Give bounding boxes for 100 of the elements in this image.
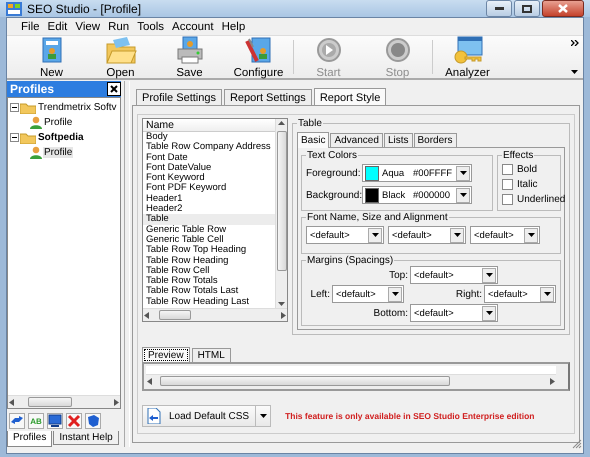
list-item[interactable]: Table Row Heading <box>143 256 275 266</box>
menu-item[interactable]: Tools <box>133 20 168 32</box>
tool-button[interactable] <box>66 413 82 429</box>
list-item[interactable]: Font DateValue <box>143 162 275 174</box>
color-name: Aqua <box>381 168 406 178</box>
list-item[interactable]: Header1 <box>143 194 275 204</box>
list-item[interactable]: Font Date <box>143 152 275 163</box>
group-title: Margins (Spacings) <box>306 255 394 266</box>
dropdown[interactable]: <default> <box>410 304 498 322</box>
toolbar-button[interactable]: New <box>17 36 86 78</box>
field-label: Background: <box>306 190 362 200</box>
left-arrow-icon <box>146 378 154 384</box>
app-icon <box>6 2 22 16</box>
menu-item[interactable]: Account <box>168 20 218 32</box>
tab[interactable]: Report Style <box>314 88 386 106</box>
tab[interactable]: Profiles <box>7 431 52 447</box>
left-arrow-icon <box>8 398 16 406</box>
tree-item[interactable]: Trendmetrix Softv <box>37 102 118 113</box>
list-item[interactable]: Table Row Top Heading <box>143 245 275 256</box>
menu-item[interactable]: Help <box>218 20 250 32</box>
dropdown[interactable]: <default> <box>484 285 556 303</box>
menu-item[interactable]: Edit <box>44 20 72 32</box>
menu-item[interactable]: File <box>17 20 44 32</box>
dropdown[interactable]: <default> <box>332 285 404 303</box>
scrollbar[interactable] <box>143 308 287 321</box>
panel-title: Profiles <box>10 82 54 96</box>
minimize-button[interactable] <box>486 0 512 17</box>
tree-item[interactable]: Softpedia <box>37 132 85 143</box>
toolbar-button[interactable]: Configure <box>224 36 293 78</box>
tool-button[interactable] <box>85 413 101 429</box>
tool-button[interactable] <box>47 413 63 429</box>
folder-icon <box>20 102 36 114</box>
list-item[interactable]: Font Keyword <box>143 173 275 184</box>
tab[interactable]: Borders <box>414 133 457 147</box>
toolbar-button[interactable]: Analyzer <box>433 36 502 78</box>
tab[interactable]: Report Settings <box>224 89 312 105</box>
list-item[interactable]: Font PDF Keyword <box>143 183 275 194</box>
window-title: SEO Studio - [Profile] <box>27 2 142 16</box>
checkbox[interactable] <box>502 179 513 190</box>
tab[interactable]: Instant Help <box>53 431 119 445</box>
field-label: Right: <box>456 288 482 300</box>
field-label: Bottom: <box>372 308 408 318</box>
list-item[interactable]: Table Row Heading Last <box>143 296 275 308</box>
caret-icon <box>528 233 534 237</box>
checkbox[interactable] <box>502 194 513 205</box>
collapse-icon[interactable] <box>10 103 19 112</box>
tab[interactable]: HTML <box>192 348 231 362</box>
toolbar-button[interactable]: Save <box>155 36 224 78</box>
list-item[interactable]: Table Row Totals <box>143 276 275 286</box>
up-arrow-icon <box>278 121 285 125</box>
caret-icon <box>460 193 466 197</box>
caret-icon <box>372 233 378 237</box>
caret-icon <box>460 171 466 175</box>
scrollbar[interactable] <box>146 374 556 387</box>
user-icon <box>30 146 42 159</box>
field-label: Left: <box>310 288 330 300</box>
group-title: Text Colors <box>306 150 358 161</box>
color-dropdown[interactable]: Aqua #00FFFF <box>362 164 472 182</box>
scrollbar[interactable] <box>8 395 120 408</box>
tab[interactable]: Profile Settings <box>136 89 222 105</box>
menu-item[interactable]: View <box>71 20 104 32</box>
folder-icon <box>104 35 136 65</box>
tab[interactable]: Lists <box>384 133 412 147</box>
tab[interactable]: Basic <box>297 132 330 148</box>
list-item[interactable]: Table Row Totals Last <box>143 286 275 297</box>
checkbox[interactable] <box>502 164 513 175</box>
caret-icon <box>571 70 578 74</box>
left-arrow-icon <box>143 312 151 318</box>
menu-item[interactable]: Run <box>104 20 134 32</box>
overflow-icon[interactable] <box>571 40 579 46</box>
dropdown[interactable]: <default> <box>470 226 540 244</box>
tab[interactable]: Advanced <box>330 133 383 147</box>
tree-item[interactable]: Profile <box>43 117 74 128</box>
list-item[interactable]: Generic Table Row <box>143 224 275 235</box>
tool-button[interactable] <box>9 413 25 429</box>
maximize-button[interactable] <box>514 0 540 17</box>
tree-item[interactable]: Profile <box>43 147 74 158</box>
load-css-button[interactable]: Load Default CSS <box>142 405 272 427</box>
close-button[interactable] <box>107 82 121 96</box>
list-item[interactable]: Table <box>143 214 275 225</box>
list-item[interactable]: Table Row Company Address <box>143 142 275 153</box>
list-item[interactable]: Header2 <box>143 204 275 214</box>
color-dropdown[interactable]: Black #000000 <box>362 186 472 204</box>
list-item[interactable]: Table Row Cell <box>143 266 275 276</box>
scrollbar[interactable] <box>275 119 287 308</box>
dropdown[interactable]: <default> <box>388 226 466 244</box>
caret-icon <box>454 233 460 237</box>
css-file-icon <box>147 408 161 424</box>
dropdown[interactable]: <default> <box>306 226 384 244</box>
collapse-icon[interactable] <box>10 133 19 142</box>
close-icon <box>558 4 568 13</box>
dropdown[interactable]: <default> <box>410 266 498 284</box>
toolbar-button[interactable]: Open <box>86 36 155 78</box>
folder-icon <box>20 132 36 144</box>
tab[interactable]: Preview <box>142 347 190 363</box>
list-item[interactable]: Body <box>143 132 275 142</box>
close-button[interactable] <box>542 0 584 17</box>
column-header[interactable]: Name <box>143 119 275 132</box>
maximize-icon <box>522 4 532 12</box>
list-item[interactable]: Generic Table Cell <box>143 234 275 246</box>
